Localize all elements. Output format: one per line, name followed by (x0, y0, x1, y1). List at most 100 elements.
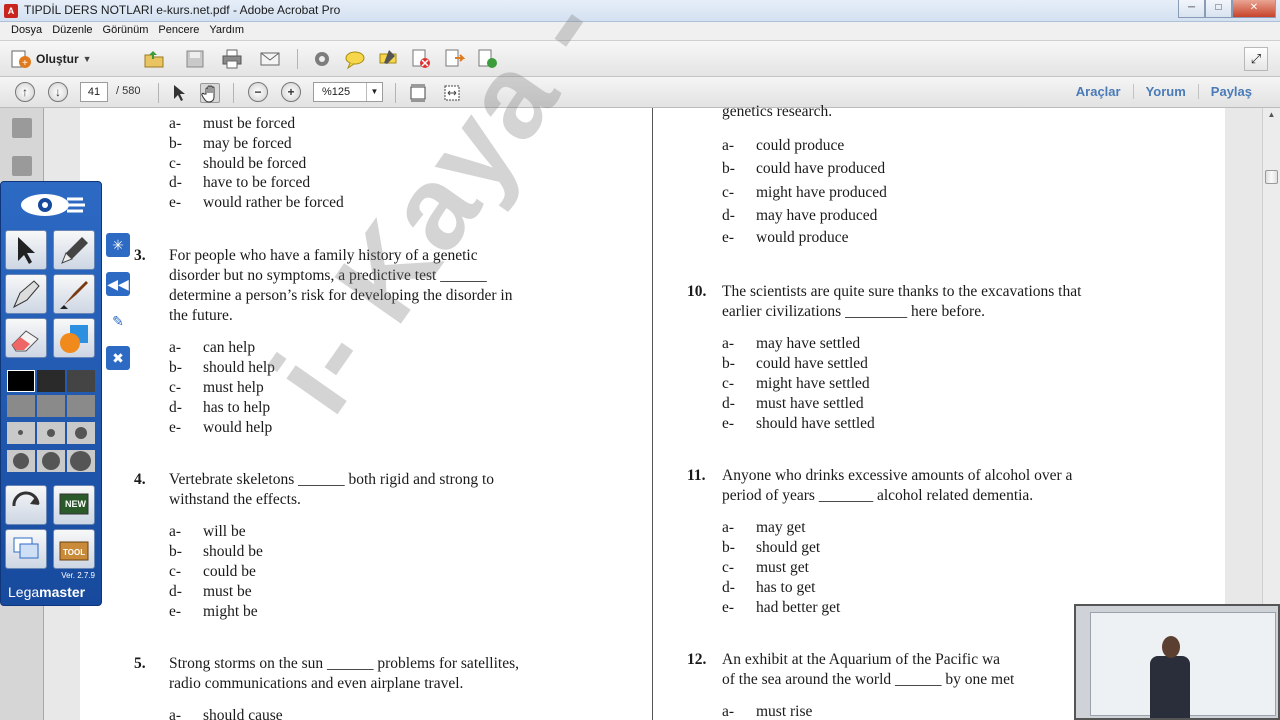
line-style-swatch[interactable] (7, 395, 35, 417)
question-number: 3. (134, 247, 146, 264)
toolbox-tool[interactable]: TOOL (53, 529, 95, 569)
option: e-would produce (722, 229, 849, 246)
eraser-tool[interactable] (5, 318, 47, 358)
legamaster-toolbar: NEW TOOL Ver. 2.7.9 Legamaster (0, 181, 102, 606)
question-4: 4. Vertebrate skeletons ______ both rigi… (134, 470, 620, 514)
open-folder-icon[interactable] (143, 48, 165, 70)
highlight-icon[interactable] (377, 48, 399, 70)
star-icon[interactable]: ✳ (106, 233, 130, 257)
close-icon[interactable]: ✖ (106, 346, 130, 370)
page-thumbnails-icon[interactable] (12, 118, 32, 138)
option: d-have to be forced (169, 174, 311, 191)
comment-icon[interactable] (344, 48, 366, 70)
svg-text:TOOL: TOOL (63, 548, 85, 557)
menu-yardim[interactable]: Yardım (204, 22, 249, 40)
menu-gorunum[interactable]: Görünüm (98, 22, 154, 40)
pen-tool[interactable] (53, 230, 95, 270)
scroll-thumb[interactable] (1265, 170, 1278, 184)
close-button[interactable]: ✕ (1232, 0, 1276, 18)
delete-page-icon[interactable] (410, 48, 432, 70)
pen-size-swatch[interactable] (37, 422, 65, 444)
print-icon[interactable] (221, 48, 243, 70)
option: a-could produce (722, 137, 845, 154)
undo-tool[interactable] (5, 485, 47, 525)
menu-dosya[interactable]: Dosya (6, 22, 47, 40)
fit-width-icon[interactable] (442, 83, 462, 103)
eye-icon[interactable] (15, 190, 87, 220)
question-text: Vertebrate skeletons ______ both rigid a… (169, 471, 495, 508)
scroll-up-icon[interactable]: ▲ (1265, 110, 1278, 124)
save-icon[interactable] (184, 48, 206, 70)
new-page-tool[interactable]: NEW (53, 485, 95, 525)
menu-pencere[interactable]: Pencere (153, 22, 204, 40)
pen-size-swatch[interactable] (7, 450, 35, 472)
zoom-select[interactable]: %125 ▼ (313, 82, 383, 102)
task-pane-links: Araçlar Yorum Paylaş (1064, 84, 1264, 99)
next-page-button[interactable]: ↓ (48, 82, 68, 102)
pen-size-swatch[interactable] (67, 422, 95, 444)
presenter-head (1162, 636, 1180, 658)
option: e-would help (169, 419, 273, 436)
color-black-swatch[interactable] (7, 370, 35, 392)
question-number: 12. (687, 651, 707, 668)
svg-text:+: + (22, 58, 28, 69)
fullscreen-button[interactable]: ⤢ (1244, 47, 1268, 71)
option: d-must be (169, 583, 252, 600)
option: c-might have settled (722, 375, 870, 392)
option: a-may get (722, 519, 806, 536)
maximize-button[interactable]: □ (1205, 0, 1232, 18)
chevron-down-icon: ▼ (82, 54, 92, 64)
menu-duzenle[interactable]: Düzenle (47, 22, 97, 40)
marker-tool[interactable] (5, 274, 47, 314)
zoom-in-button[interactable]: + (281, 82, 301, 102)
option: a-must rise (722, 703, 813, 720)
option: b-should be (169, 543, 263, 560)
line-style-swatch[interactable] (67, 395, 95, 417)
shape-tool[interactable] (53, 318, 95, 358)
option: a-must be forced (169, 115, 296, 132)
legamaster-logo: Legamaster (8, 584, 86, 600)
collapse-icon[interactable]: ◀◀ (106, 272, 130, 296)
chevron-down-icon[interactable]: ▼ (366, 83, 382, 101)
toolbar-separator (395, 83, 396, 103)
fit-page-icon[interactable] (408, 83, 428, 103)
question-text: Anyone who drinks excessive amounts of a… (722, 467, 1073, 504)
tools-link[interactable]: Araçlar (1064, 84, 1133, 99)
option: c-must get (722, 559, 809, 576)
pen-size-swatch[interactable] (7, 422, 35, 444)
select-cursor-icon[interactable] (170, 83, 190, 103)
webcam-overlay (1074, 604, 1280, 720)
create-label: Oluştur (36, 52, 79, 66)
pen-size-swatch[interactable] (67, 450, 95, 472)
gear-icon[interactable] (311, 48, 333, 70)
pen-settings-icon[interactable]: ✎ (106, 309, 130, 333)
column-divider (652, 108, 653, 720)
pointer-tool[interactable] (5, 230, 47, 270)
email-icon[interactable] (259, 48, 281, 70)
pen-size-swatch[interactable] (37, 450, 65, 472)
option: d-may have produced (722, 207, 878, 224)
windows-tool[interactable] (5, 529, 47, 569)
presenter-image (1150, 656, 1190, 718)
share-link[interactable]: Paylaş (1197, 84, 1264, 99)
export-icon[interactable] (443, 48, 466, 70)
color-gray-swatch[interactable] (67, 370, 95, 392)
option: b-should get (722, 539, 821, 556)
option: e-should have settled (722, 415, 875, 432)
line-style-swatch[interactable] (37, 395, 65, 417)
comment-link[interactable]: Yorum (1132, 84, 1198, 99)
previous-page-button[interactable]: ↑ (15, 82, 35, 102)
version-label: Ver. 2.7.9 (61, 571, 95, 580)
zoom-out-button[interactable]: − (248, 82, 268, 102)
minimize-button[interactable]: ─ (1178, 0, 1205, 18)
hand-tool-icon[interactable] (200, 83, 220, 103)
share-icon[interactable] (476, 48, 498, 70)
option: a-will be (169, 523, 246, 540)
page-number-input[interactable]: 41 (80, 82, 108, 102)
question-number: 10. (687, 283, 707, 300)
bookmarks-icon[interactable] (12, 156, 32, 176)
option: b-may be forced (169, 135, 292, 152)
brush-tool[interactable] (53, 274, 95, 314)
create-button[interactable]: + Oluştur ▼ (10, 48, 92, 70)
color-dark-gray-swatch[interactable] (37, 370, 65, 392)
